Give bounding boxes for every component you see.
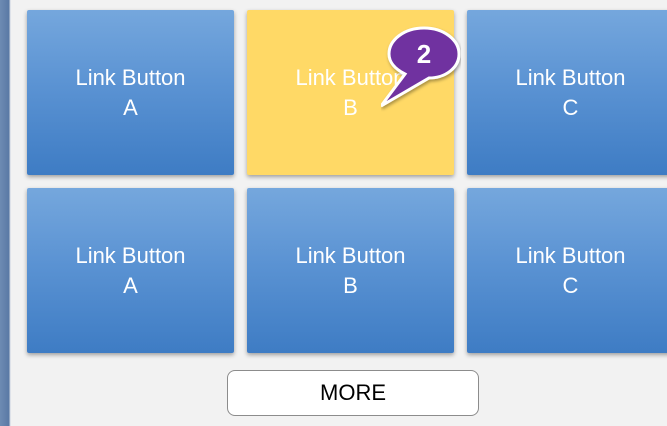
link-button-a-row2[interactable]: Link Button A [27, 188, 234, 353]
more-button-label: MORE [320, 380, 386, 405]
link-button-label: Link Button A [75, 64, 186, 120]
link-button-label: Link Button A [75, 242, 186, 298]
link-button-c-row1[interactable]: Link Button C [467, 10, 667, 175]
link-button-label: Link Button C [515, 64, 626, 120]
link-button-panel: Link Button A Link Button B Link Button … [0, 0, 667, 426]
link-button-b-row2[interactable]: Link Button B [247, 188, 454, 353]
callout-number: 2 [416, 38, 432, 69]
more-button[interactable]: MORE [227, 370, 479, 416]
link-button-c-row2[interactable]: Link Button C [467, 188, 667, 353]
link-button-label: Link Button B [295, 242, 406, 298]
left-border [0, 0, 11, 426]
link-button-a-row1[interactable]: Link Button A [27, 10, 234, 175]
link-button-label: Link Button C [515, 242, 626, 298]
